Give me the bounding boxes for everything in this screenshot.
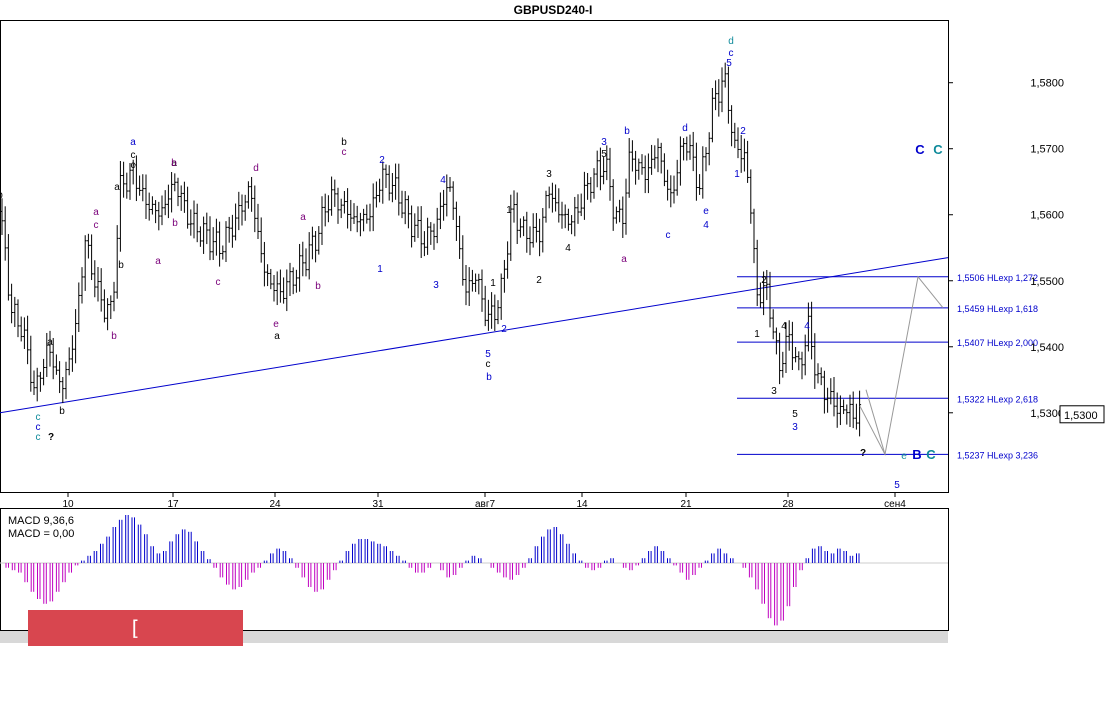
- wave-label: C: [933, 142, 943, 157]
- wave-label: c: [342, 147, 347, 158]
- wave-label: ?: [860, 448, 866, 459]
- wave-label: C: [915, 142, 925, 157]
- wave-label: c: [666, 230, 671, 241]
- macd-label-value: MACD = 0,00: [8, 528, 74, 540]
- wave-label: 3: [792, 422, 798, 433]
- wave-label: 4: [703, 220, 709, 231]
- wave-label: 1: [754, 329, 760, 340]
- wave-label: 1: [377, 264, 383, 275]
- fib-level-label: 1,5237 HLexp 3,236: [957, 450, 1038, 460]
- x-tick-label: авг7: [475, 499, 496, 510]
- wave-label: c: [36, 432, 41, 443]
- wave-label: c: [486, 359, 491, 370]
- y-tick-label: 1,5500: [1030, 276, 1064, 288]
- wave-label: 2: [761, 275, 767, 286]
- wave-label: b: [624, 126, 630, 137]
- x-tick-label: 17: [167, 499, 179, 510]
- wave-label: a: [114, 182, 120, 193]
- wave-label: a: [130, 137, 136, 148]
- wave-label: 4: [565, 243, 571, 254]
- wave-label: c: [94, 220, 99, 231]
- fib-level-label: 1,5459 HLexp 1,618: [957, 304, 1038, 314]
- fib-level-label: 1,5322 HLexp 2,618: [957, 394, 1038, 404]
- wave-label: 2: [740, 126, 746, 137]
- y-tick-label: 1,5400: [1030, 342, 1064, 354]
- wave-label: d: [253, 163, 259, 174]
- y-tick-label: 1,5800: [1030, 78, 1064, 90]
- wave-label: 2: [501, 324, 507, 335]
- wave-label: 3: [771, 386, 777, 397]
- wave-label: 1: [490, 278, 496, 289]
- wave-label: a: [274, 331, 280, 342]
- wave-label: b: [171, 158, 177, 169]
- wave-label: a: [47, 337, 53, 348]
- wave-label: a: [155, 256, 161, 267]
- wave-label: e: [273, 319, 279, 330]
- x-tick-label: 31: [372, 499, 384, 510]
- x-tick-label: 10: [62, 499, 74, 510]
- wave-label: 5: [894, 480, 900, 491]
- x-tick-label: сен4: [884, 499, 906, 510]
- y-tick-label: 1,5600: [1030, 210, 1064, 222]
- wave-label: b: [172, 218, 178, 229]
- wave-label: 5: [792, 409, 798, 420]
- wave-label: e: [703, 206, 709, 217]
- wave-label: d: [728, 36, 734, 47]
- wave-label: a: [93, 207, 99, 218]
- price-panel: [0, 20, 949, 493]
- wave-label: c: [216, 277, 221, 288]
- wave-label: 1: [734, 169, 740, 180]
- chart-title: GBPUSD240-I: [514, 3, 593, 17]
- x-tick-label: 21: [680, 499, 692, 510]
- wave-label: 4: [804, 321, 810, 332]
- wave-label: 4: [781, 321, 787, 332]
- instaforex-watermark: [ www.instaforex.com ]: [28, 610, 243, 712]
- wave-label: 2: [536, 275, 542, 286]
- x-tick-label: 14: [576, 499, 588, 510]
- wave-label: e: [901, 451, 907, 462]
- y-tick-label: 1,5700: [1030, 144, 1064, 156]
- wave-label: 3: [601, 137, 607, 148]
- wave-label: C: [926, 447, 936, 462]
- wave-label: 3: [546, 169, 552, 180]
- wave-label: B: [912, 447, 921, 462]
- wave-label: b: [0, 190, 3, 201]
- wave-label: b: [111, 331, 117, 342]
- x-tick-label: 28: [782, 499, 794, 510]
- wave-label: b: [59, 406, 65, 417]
- wave-label: ?: [48, 432, 54, 443]
- wave-label: c: [131, 160, 136, 171]
- x-tick-label: 24: [269, 499, 281, 510]
- fib-level-label: 1,5506 HLexp 1,272: [957, 273, 1038, 283]
- wave-label: b: [486, 372, 492, 383]
- wave-label: 1: [506, 205, 512, 216]
- wave-label: b: [315, 281, 321, 292]
- wave-label: 4: [440, 175, 446, 186]
- wave-label: 5: [726, 58, 732, 69]
- wave-label: 3: [433, 280, 439, 291]
- wave-label: d: [682, 123, 688, 134]
- wave-label: 2: [379, 155, 385, 166]
- wave-label: 5: [601, 149, 607, 160]
- wave-label: b: [118, 260, 124, 271]
- macd-label-params: MACD 9,36,6: [8, 515, 74, 527]
- chart: GBPUSD240-I 1,5506 HLexp 1,272 1,5459 HLe…: [0, 3, 1105, 643]
- wave-label: a: [300, 212, 306, 223]
- fib-level-label: 1,5407 HLexp 2,000: [957, 338, 1038, 348]
- current-price-label: 1,5300: [1064, 410, 1098, 422]
- wave-label: a: [621, 254, 627, 265]
- y-tick-label: 1,5300: [1030, 408, 1064, 420]
